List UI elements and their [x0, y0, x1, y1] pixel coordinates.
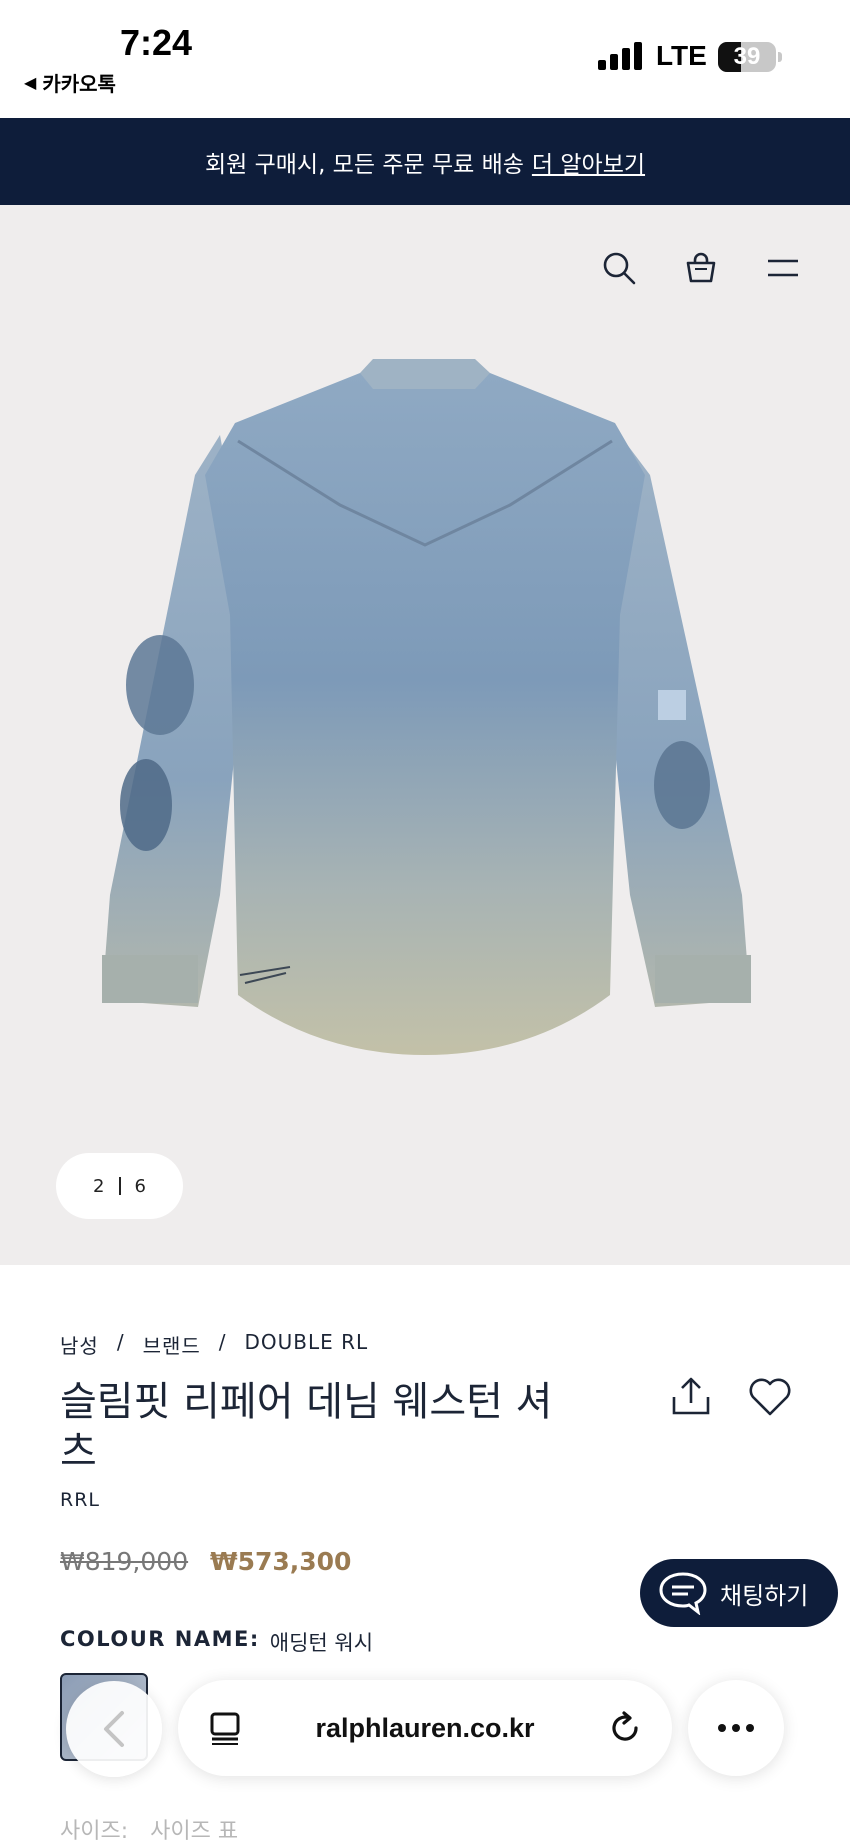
network-label: LTE	[656, 40, 707, 71]
size-label: 사이즈:	[60, 1819, 129, 1842]
chat-button-label: 채팅하기	[720, 1581, 809, 1610]
original-price: ₩819,000	[60, 1547, 189, 1576]
reload-icon[interactable]	[608, 1711, 642, 1745]
header-icons	[602, 251, 800, 285]
more-options-button[interactable]	[688, 1680, 784, 1776]
pager-separator	[118, 1177, 121, 1195]
browser-back-button[interactable]	[66, 1681, 162, 1777]
address-bar[interactable]: ralphlauren.co.kr	[178, 1680, 672, 1776]
wishlist-heart-icon[interactable]	[748, 1377, 792, 1421]
back-to-app-link[interactable]: ◀ 카카오톡	[24, 68, 116, 97]
back-app-label: 카카오톡	[42, 72, 116, 96]
menu-icon[interactable]	[766, 251, 800, 285]
share-icon[interactable]	[670, 1375, 712, 1421]
battery-tip	[778, 52, 782, 62]
dot-icon	[732, 1724, 740, 1732]
battery-icon: 39	[718, 42, 776, 72]
chat-button[interactable]: 채팅하기	[640, 1559, 838, 1627]
product-brand[interactable]: RRL	[60, 1489, 100, 1511]
pager-total: 6	[134, 1175, 146, 1197]
colour-value: 애딩턴 워시	[269, 1631, 374, 1655]
battery-percent: 39	[733, 43, 761, 70]
colour-label: COLOUR NAME:	[60, 1627, 260, 1651]
search-icon[interactable]	[602, 251, 636, 285]
bag-icon[interactable]	[684, 251, 718, 285]
chat-bubble-icon	[659, 1572, 707, 1615]
breadcrumb-brand[interactable]: 브랜드	[143, 1330, 201, 1359]
url-text[interactable]: ralphlauren.co.kr	[315, 1713, 534, 1744]
image-pager: 2 6	[56, 1153, 183, 1219]
status-time: 7:24	[120, 22, 193, 63]
breadcrumb-separator: /	[116, 1330, 125, 1354]
dot-icon	[746, 1724, 754, 1732]
product-image-area[interactable]: 2 6	[0, 205, 850, 1265]
product-title: 슬림핏 리페어 데님 웨스턴 셔츠	[60, 1379, 553, 1475]
sale-price: ₩573,300	[210, 1547, 352, 1576]
promo-learn-more-link[interactable]: 더 알아보기	[532, 145, 645, 179]
status-bar: 7:24 ◀ 카카오톡 LTE 39	[0, 0, 850, 118]
signal-icon	[598, 42, 642, 70]
size-chart-link[interactable]: 사이즈 표	[150, 1813, 238, 1842]
back-triangle-icon: ◀	[24, 73, 37, 92]
chevron-left-icon	[104, 1711, 124, 1747]
pager-current: 2	[93, 1175, 105, 1197]
colour-row: COLOUR NAME: 애딩턴 워시	[60, 1627, 373, 1657]
breadcrumb-double-rl[interactable]: DOUBLE RL	[245, 1330, 369, 1359]
tab-icon[interactable]	[208, 1711, 242, 1745]
breadcrumb: 남성 / 브랜드 / DOUBLE RL	[60, 1330, 368, 1359]
size-row: 사이즈: 사이즈 표	[60, 1813, 238, 1842]
breadcrumb-men[interactable]: 남성	[60, 1330, 99, 1359]
promo-text: 회원 구매시, 모든 주문 무료 배송	[204, 151, 524, 178]
product-image-shirt	[90, 355, 760, 1115]
breadcrumb-separator: /	[218, 1330, 227, 1354]
promo-banner: 회원 구매시, 모든 주문 무료 배송 더 알아보기	[0, 118, 850, 205]
dot-icon	[718, 1724, 726, 1732]
